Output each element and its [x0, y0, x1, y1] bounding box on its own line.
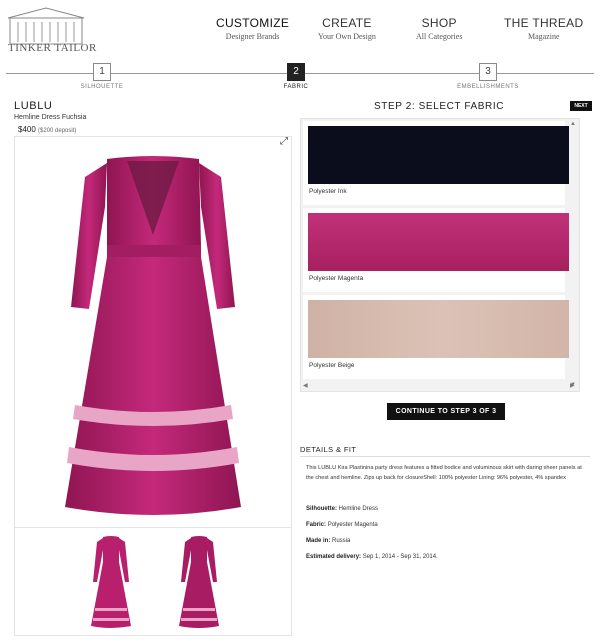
details-title: DETAILS & FIT — [300, 445, 357, 454]
fabric-name: Polyester Ink — [309, 188, 347, 195]
spec-silhouette: Silhouette: Hemline Dress — [306, 506, 379, 512]
step-2-label[interactable]: FABRIC — [261, 84, 331, 90]
deposit-value: ($200 deposit) — [38, 128, 77, 134]
triangle-right-icon[interactable]: ▶ — [570, 382, 575, 389]
details-description: This LUBLU Kira Plastinina party dress f… — [306, 465, 582, 481]
nav-the-thread[interactable]: THE THREAD Magazine — [504, 16, 583, 41]
fabric-swatch — [308, 213, 576, 271]
step-3-box[interactable]: 3 — [479, 63, 497, 81]
product-brand: LUBLU — [14, 100, 53, 112]
details-divider — [300, 456, 590, 457]
main-nav: CUSTOMIZE Designer Brands CREATE Your Ow… — [210, 16, 600, 46]
spec-fabric: Fabric: Polyester Magenta — [306, 522, 378, 528]
continue-step-3-button[interactable]: CONTINUE TO STEP 3 OF 3 — [387, 403, 505, 420]
triangle-up-icon[interactable]: ▲ — [570, 121, 576, 127]
fabric-name: Polyester Beige — [309, 362, 355, 369]
next-button[interactable]: NEXT — [570, 101, 592, 111]
product-price: $400 ($200 deposit) — [18, 125, 76, 134]
expand-icon[interactable]: ⤢ — [280, 136, 288, 147]
thumbnail-strip — [14, 528, 292, 636]
fabric-step-title: STEP 2: SELECT FABRIC — [374, 101, 505, 112]
fabric-list[interactable]: Polyester Ink Polyester Magenta Polyeste… — [300, 118, 580, 392]
fabric-swatch — [308, 300, 576, 358]
step-1-label[interactable]: SILHOUETTE — [67, 84, 137, 90]
main-product-image — [14, 136, 292, 528]
step-2-box[interactable]: 2 — [287, 63, 305, 81]
logo-text: TINKER TAILOR — [8, 42, 97, 54]
fabric-scrollbar[interactable]: ▲ ▼ — [569, 120, 579, 390]
step-1-box[interactable]: 1 — [93, 63, 111, 81]
nav-customize[interactable]: CUSTOMIZE Designer Brands — [216, 16, 289, 41]
nav-create[interactable]: CREATE Your Own Design — [318, 16, 376, 41]
nav-shop[interactable]: SHOP All Categories — [416, 16, 462, 41]
triangle-left-icon[interactable]: ◀ — [303, 382, 308, 389]
thumbnail-front[interactable] — [83, 532, 139, 632]
fabric-option-magenta[interactable]: Polyester Magenta — [303, 208, 576, 292]
thumbnail-back[interactable] — [171, 532, 227, 632]
dress-illustration — [65, 156, 241, 515]
spec-delivery: Estimated delivery: Sep 1, 2014 - Sep 31… — [306, 554, 438, 560]
step-3-label[interactable]: EMBELLISHMENTS — [453, 84, 523, 90]
building-logo-icon — [7, 7, 85, 45]
fabric-option-ink[interactable]: Polyester Ink — [303, 121, 576, 205]
fabric-swatch — [308, 126, 576, 184]
spec-made-in: Made in: Russia — [306, 538, 351, 544]
fabric-option-beige[interactable]: Polyester Beige — [303, 295, 576, 379]
product-name: Hemline Dress Fuchsia — [14, 114, 87, 121]
fabric-name: Polyester Magenta — [309, 275, 364, 282]
price-value: $400 — [18, 125, 36, 134]
